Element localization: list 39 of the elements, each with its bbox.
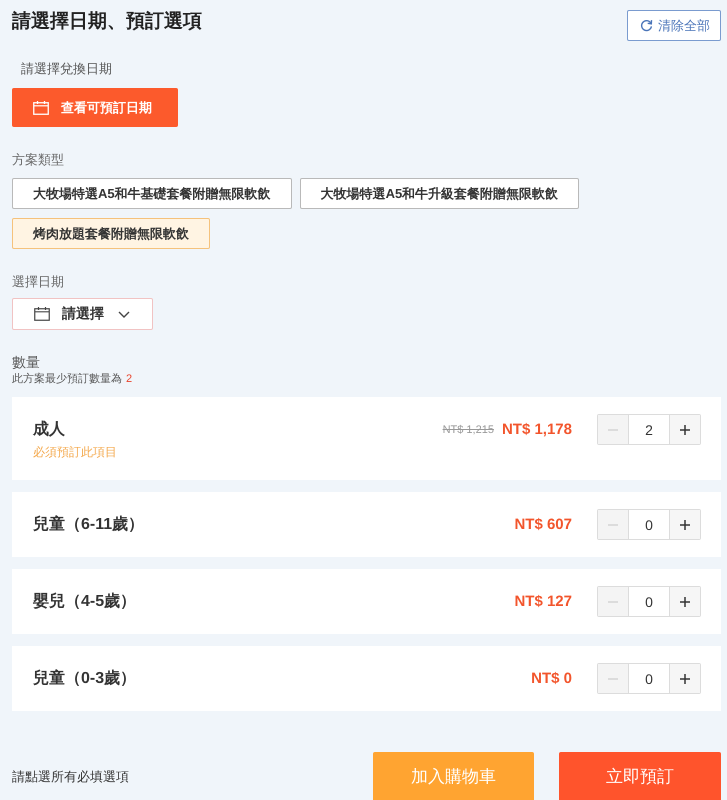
original-price: NT$ 1,215 bbox=[442, 424, 494, 436]
quantity-field[interactable]: 0 bbox=[628, 664, 670, 693]
plan-option[interactable]: 烤肉放題套餐附贈無限軟飲 bbox=[12, 218, 210, 249]
minimum-count: 2 bbox=[126, 372, 132, 386]
ticket-name: 嬰兒（4-5歲） bbox=[33, 592, 136, 612]
minimum-note: 此方案最少預訂數量為 bbox=[12, 372, 122, 386]
page-title: 請選擇日期、預訂選項 bbox=[12, 10, 202, 34]
increase-button[interactable] bbox=[670, 664, 700, 693]
plus-icon bbox=[680, 596, 690, 606]
calendar-icon bbox=[33, 100, 49, 114]
clear-all-button[interactable]: 清除全部 bbox=[627, 10, 721, 41]
quantity-field[interactable]: 0 bbox=[628, 587, 670, 616]
ticket-name: 兒童（6-11歲） bbox=[33, 514, 144, 535]
price: NT$ 1,178 bbox=[502, 421, 572, 438]
increase-button[interactable] bbox=[670, 587, 700, 616]
plus-icon bbox=[680, 674, 690, 684]
required-hint: 請點選所有必填選項 bbox=[12, 768, 129, 786]
chevron-down-icon bbox=[118, 310, 130, 318]
price: NT$ 0 bbox=[531, 670, 572, 687]
date-select[interactable]: 請選擇 bbox=[12, 298, 153, 330]
plan-option[interactable]: 大牧場特選A5和牛升級套餐附贈無限軟飲 bbox=[300, 178, 580, 209]
price: NT$ 607 bbox=[514, 516, 572, 533]
plan-type-label: 方案類型 bbox=[12, 152, 64, 168]
ticket-name: 兒童（0-3歲） bbox=[33, 668, 136, 689]
quantity-field[interactable]: 2 bbox=[628, 415, 670, 444]
date-label: 選擇日期 bbox=[12, 274, 64, 290]
plus-icon bbox=[680, 424, 690, 434]
plus-icon bbox=[680, 520, 690, 530]
increase-button[interactable] bbox=[670, 415, 700, 444]
price: NT$ 127 bbox=[514, 593, 572, 610]
calendar-icon bbox=[34, 307, 50, 321]
refresh-icon bbox=[640, 19, 653, 32]
quantity-label: 數量 bbox=[12, 354, 40, 370]
redeem-date-label: 請選擇兌換日期 bbox=[20, 61, 112, 77]
ticket-name: 成人 bbox=[33, 420, 66, 440]
required-note: 必須預訂此項目 bbox=[33, 445, 117, 459]
plan-option[interactable]: 大牧場特選A5和牛基礎套餐附贈無限軟飲 bbox=[12, 178, 292, 209]
quantity-field[interactable]: 0 bbox=[628, 510, 670, 539]
increase-button[interactable] bbox=[670, 510, 700, 539]
